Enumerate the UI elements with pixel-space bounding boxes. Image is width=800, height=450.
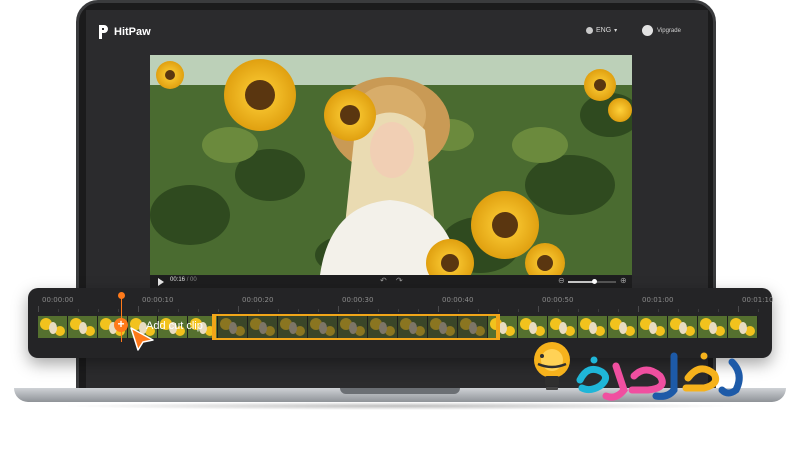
timeline-minor-tick xyxy=(478,309,479,312)
timeline-tick xyxy=(238,306,239,312)
timeline-tick xyxy=(338,306,339,312)
current-time: 00:16 xyxy=(170,277,186,283)
redo-icon[interactable]: ↷ xyxy=(396,276,403,285)
zoom-slider-thumb[interactable] xyxy=(592,279,598,284)
timeline-minor-tick xyxy=(558,309,559,312)
selected-clip-range[interactable] xyxy=(212,314,500,340)
timeline-minor-tick xyxy=(578,309,579,312)
selection-start-handle[interactable] xyxy=(212,314,216,340)
timeline-minor-tick xyxy=(358,309,359,312)
timeline-tick xyxy=(438,306,439,312)
timeline-tick xyxy=(638,306,639,312)
timeline-minor-tick xyxy=(378,309,379,312)
timeline-minor-tick xyxy=(398,309,399,312)
cursor-arrow-icon xyxy=(130,327,154,351)
selection-end-handle[interactable] xyxy=(496,314,500,340)
zoom-out-icon[interactable]: ⊖ xyxy=(558,276,565,285)
app-header: HitPaw ENG ▾ Vipgrade xyxy=(86,10,708,52)
video-preview[interactable]: 00:16 / 00 ↶ ↷ ⊖ ⊕ xyxy=(150,55,632,288)
undo-icon[interactable]: ↶ xyxy=(380,276,387,285)
play-icon[interactable] xyxy=(158,278,164,286)
timeline-minor-tick xyxy=(758,309,759,312)
hitpaw-logo-icon[interactable] xyxy=(98,25,108,39)
timeline-minor-tick xyxy=(418,309,419,312)
avatar[interactable] xyxy=(642,25,653,36)
chevron-down-icon: ▾ xyxy=(614,28,618,34)
timeline-tick xyxy=(538,306,539,312)
timeline-tick-label: 00:00:00 xyxy=(42,296,74,304)
language-value: ENG xyxy=(596,27,612,34)
zoom-slider-fill xyxy=(568,281,595,283)
timeline-minor-tick xyxy=(98,309,99,312)
bulb-logo-icon xyxy=(534,342,743,401)
timeline-tick-label: 00:01:10 xyxy=(742,296,774,304)
time-readout: 00:16 / 00 xyxy=(170,277,197,283)
globe-icon xyxy=(586,27,593,34)
timeline-minor-tick xyxy=(658,309,659,312)
timeline-minor-tick xyxy=(718,309,719,312)
timeline-minor-tick xyxy=(498,309,499,312)
timeline-minor-tick xyxy=(458,309,459,312)
timeline-minor-tick xyxy=(298,309,299,312)
user-name[interactable]: Vipgrade xyxy=(657,28,681,34)
timeline-tick xyxy=(138,306,139,312)
laptop-notch xyxy=(340,388,460,394)
timeline-minor-tick xyxy=(178,309,179,312)
timeline-minor-tick xyxy=(118,309,119,312)
timeline-minor-tick xyxy=(198,309,199,312)
timeline-tick-label: 00:00:20 xyxy=(242,296,274,304)
timeline-tick-label: 00:00:30 xyxy=(342,296,374,304)
timeline-minor-tick xyxy=(678,309,679,312)
zoom-slider[interactable] xyxy=(568,279,616,284)
plus-icon: + xyxy=(117,317,125,331)
timeline-minor-tick xyxy=(618,309,619,312)
timeline-minor-tick xyxy=(318,309,319,312)
timeline-minor-tick xyxy=(78,309,79,312)
timeline-ruler[interactable]: 00:00:00 00:00:10 00:00:20 00:00:30 00:00:40… xyxy=(28,296,774,314)
timeline-minor-tick xyxy=(158,309,159,312)
playhead-handle[interactable] xyxy=(118,292,125,299)
app-name: HitPaw xyxy=(114,26,151,38)
timeline-minor-tick xyxy=(58,309,59,312)
timeline-tick xyxy=(38,306,39,312)
timeline-tick-label: 00:01:00 xyxy=(642,296,674,304)
clip-frame-thumbnail xyxy=(68,316,98,338)
player-controls: 00:16 / 00 ↶ ↷ ⊖ ⊕ xyxy=(150,275,632,288)
timeline-tick-label: 00:00:50 xyxy=(542,296,574,304)
zoom-in-icon[interactable]: ⊕ xyxy=(620,276,627,285)
timeline-minor-tick xyxy=(258,309,259,312)
timeline-minor-tick xyxy=(218,309,219,312)
language-select[interactable]: ENG ▾ xyxy=(586,27,617,34)
video-frame-image xyxy=(150,55,632,275)
timeline-minor-tick xyxy=(598,309,599,312)
timeline-tick-label: 00:00:10 xyxy=(142,296,174,304)
timeline-tick xyxy=(738,306,739,312)
duration-time: / 00 xyxy=(186,277,197,283)
timeline-minor-tick xyxy=(518,309,519,312)
timeline-minor-tick xyxy=(698,309,699,312)
timeline-tick-label: 00:00:40 xyxy=(442,296,474,304)
add-cut-clip-button[interactable]: + xyxy=(114,318,128,332)
timeline-minor-tick xyxy=(278,309,279,312)
clip-frame-thumbnail xyxy=(38,316,68,338)
